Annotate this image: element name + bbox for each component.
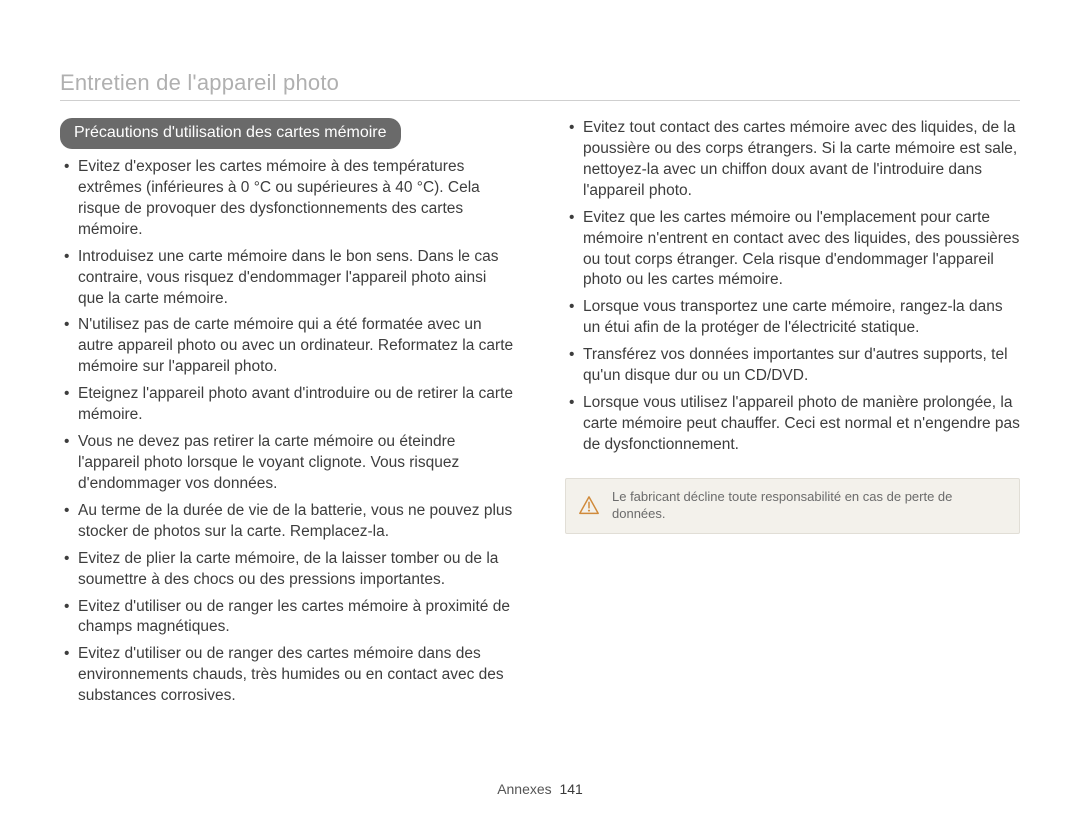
footer-section-label: Annexes xyxy=(497,781,551,797)
list-item: Vous ne devez pas retirer la carte mémoi… xyxy=(60,432,515,495)
list-item: Evitez d'exposer les cartes mémoire à de… xyxy=(60,157,515,241)
list-item: Evitez d'utiliser ou de ranger des carte… xyxy=(60,644,515,707)
warning-text: Le fabricant décline toute responsabilit… xyxy=(612,489,1005,523)
list-item: Lorsque vous utilisez l'appareil photo d… xyxy=(565,393,1020,456)
section-heading-pill: Précautions d'utilisation des cartes mém… xyxy=(60,118,401,149)
list-item: Lorsque vous transportez une carte mémoi… xyxy=(565,297,1020,339)
list-item: N'utilisez pas de carte mémoire qui a ét… xyxy=(60,315,515,378)
list-item: Introduisez une carte mémoire dans le bo… xyxy=(60,247,515,310)
list-item: Evitez que les cartes mémoire ou l'empla… xyxy=(565,208,1020,292)
left-column: Précautions d'utilisation des cartes mém… xyxy=(60,118,515,713)
page-footer: Annexes 141 xyxy=(0,781,1080,797)
left-bullet-list: Evitez d'exposer les cartes mémoire à de… xyxy=(60,157,515,707)
warning-icon xyxy=(578,495,600,517)
page-header-title: Entretien de l'appareil photo xyxy=(60,70,339,96)
list-item: Eteignez l'appareil photo avant d'introd… xyxy=(60,384,515,426)
document-page: Entretien de l'appareil photo Précaution… xyxy=(0,0,1080,815)
content-columns: Précautions d'utilisation des cartes mém… xyxy=(60,118,1020,713)
list-item: Transférez vos données importantes sur d… xyxy=(565,345,1020,387)
right-column: Evitez tout contact des cartes mémoire a… xyxy=(565,118,1020,713)
list-item: Evitez d'utiliser ou de ranger les carte… xyxy=(60,597,515,639)
right-bullet-list: Evitez tout contact des cartes mémoire a… xyxy=(565,118,1020,456)
header-divider xyxy=(60,100,1020,101)
list-item: Evitez tout contact des cartes mémoire a… xyxy=(565,118,1020,202)
warning-note: Le fabricant décline toute responsabilit… xyxy=(565,478,1020,534)
list-item: Evitez de plier la carte mémoire, de la … xyxy=(60,549,515,591)
footer-page-number: 141 xyxy=(559,781,582,797)
list-item: Au terme de la durée de vie de la batter… xyxy=(60,501,515,543)
